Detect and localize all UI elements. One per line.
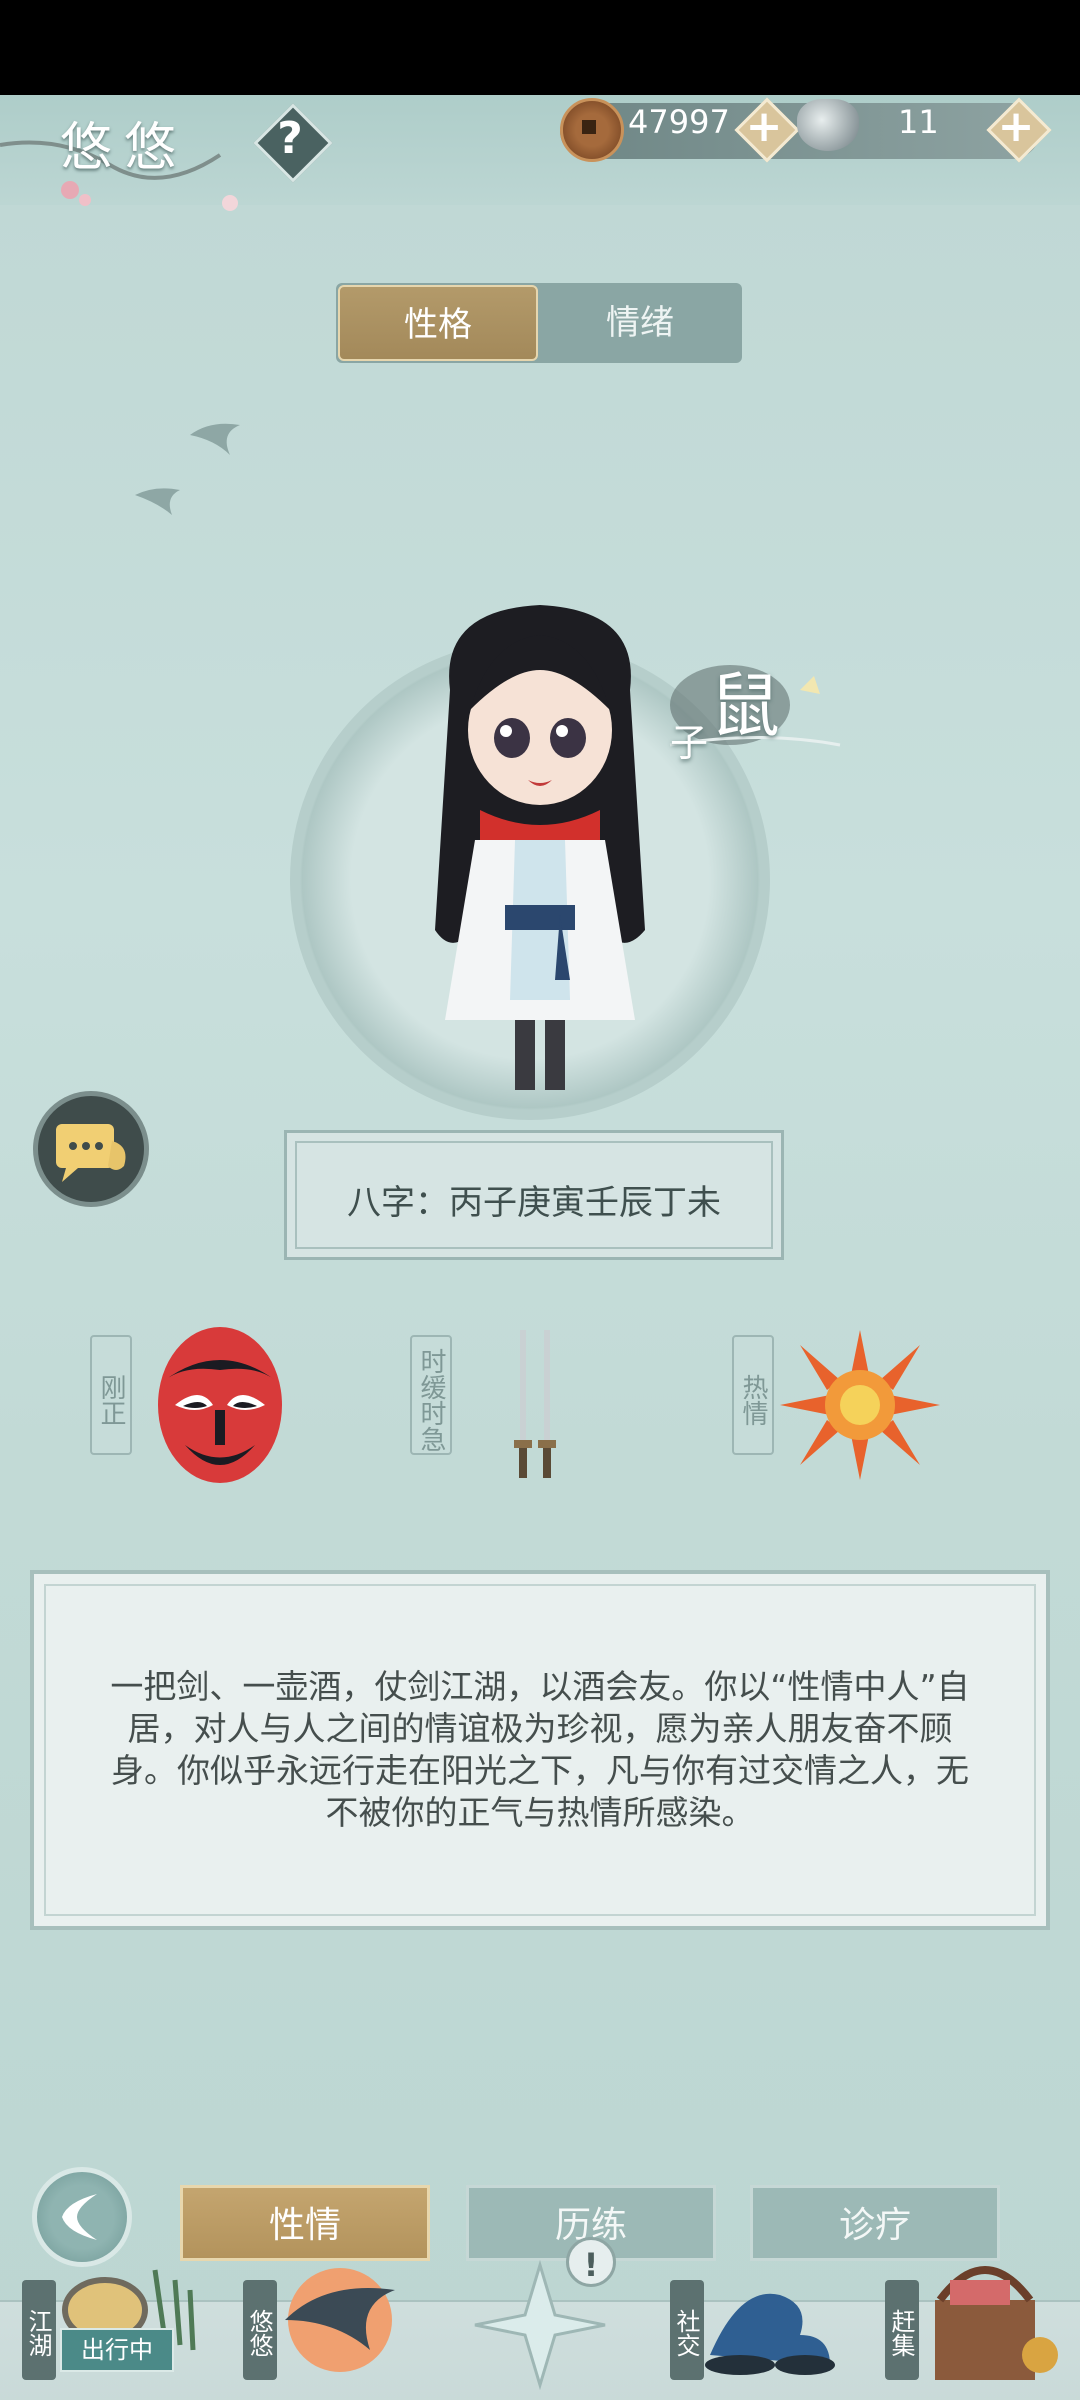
mode-toggle: 性格 情绪 bbox=[336, 283, 742, 363]
top-bar: 悠悠 ? 47997 + 11 + bbox=[0, 95, 1080, 211]
back-arrow-icon bbox=[62, 2194, 97, 2240]
trait-label-upright: 刚正 bbox=[90, 1335, 132, 1455]
twin-swords-icon[interactable] bbox=[490, 1320, 580, 1490]
back-button[interactable] bbox=[32, 2167, 132, 2267]
tab-emotion[interactable]: 情绪 bbox=[540, 285, 740, 361]
silver-ingot-icon bbox=[797, 99, 859, 151]
zodiac-animal: 鼠 bbox=[710, 665, 780, 747]
nav-social-wave-icon[interactable] bbox=[700, 2265, 840, 2380]
tab-temperament[interactable]: 性情 bbox=[180, 2185, 430, 2261]
bazi-plate: 八字：丙子庚寅壬辰丁未 bbox=[284, 1130, 784, 1260]
nav-market-basket-icon[interactable] bbox=[920, 2240, 1060, 2390]
plus-icon: + bbox=[997, 101, 1035, 152]
nav-youyou-swallow-icon[interactable] bbox=[275, 2260, 405, 2380]
add-coins-button[interactable]: + bbox=[734, 97, 800, 163]
silver-count: 11 bbox=[898, 103, 939, 141]
plus-icon: + bbox=[745, 101, 783, 152]
personality-description-panel: 一把剑、一壶酒，仗剑江湖，以酒会友。你以“性情中人”自居，对人与人之间的情谊极为… bbox=[30, 1570, 1050, 1930]
zodiac-branch: 子 bbox=[670, 721, 709, 765]
bazi-text: 八字：丙子庚寅壬辰丁未 bbox=[347, 1183, 721, 1223]
help-icon: ? bbox=[277, 113, 303, 164]
swallow-birds-icon bbox=[135, 423, 240, 515]
copper-coin-icon bbox=[560, 98, 624, 162]
chat-bubble-icon bbox=[56, 1124, 126, 1182]
opera-mask-icon[interactable] bbox=[145, 1320, 295, 1490]
add-silver-button[interactable]: + bbox=[986, 97, 1052, 163]
help-button[interactable]: ? bbox=[253, 103, 333, 183]
trait-label-variable: 时缓时急 bbox=[410, 1335, 452, 1455]
chat-button[interactable] bbox=[33, 1091, 149, 1207]
zodiac-emblem: 鼠 子 bbox=[660, 650, 860, 800]
nav-label-market[interactable]: 赶集 bbox=[885, 2280, 919, 2380]
personality-description-text: 一把剑、一壶酒，仗剑江湖，以酒会友。你以“性情中人”自居，对人与人之间的情谊极为… bbox=[110, 1667, 970, 1832]
character-avatar[interactable] bbox=[420, 600, 660, 1140]
outing-status-badge: 出行中 bbox=[60, 2328, 174, 2372]
player-name: 悠悠 bbox=[60, 118, 189, 178]
nav-label-social[interactable]: 社交 bbox=[670, 2280, 704, 2380]
game-screen: 悠悠 ? 47997 + 11 + 性格 情绪 鼠 子 八字：丙子庚寅壬辰丁未 … bbox=[0, 95, 1080, 2400]
nav-label-jianghu[interactable]: 江湖 bbox=[22, 2280, 56, 2380]
copper-coin-count: 47997 bbox=[628, 103, 730, 141]
trait-label-warm: 热情 bbox=[732, 1335, 774, 1455]
sun-emblem-icon[interactable] bbox=[775, 1325, 945, 1485]
alert-icon: ! bbox=[566, 2237, 616, 2287]
nav-label-youyou[interactable]: 悠悠 bbox=[243, 2280, 277, 2380]
tab-personality[interactable]: 性格 bbox=[338, 285, 538, 361]
